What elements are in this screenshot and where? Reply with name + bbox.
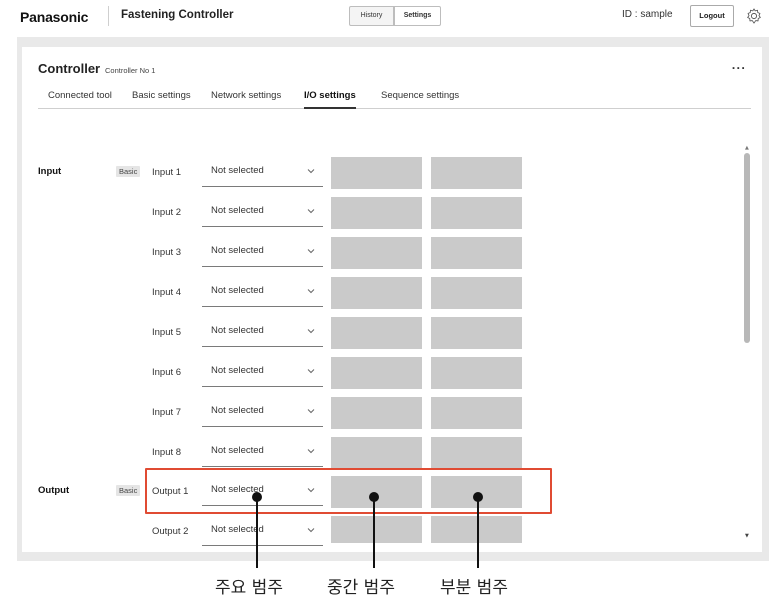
chevron-down-icon — [307, 329, 315, 334]
more-menu-button[interactable]: ... — [732, 61, 746, 72]
middle-category-cell[interactable] — [331, 237, 422, 269]
tab-network-settings[interactable]: Network settings — [211, 89, 281, 109]
logout-button[interactable]: Logout — [690, 5, 734, 27]
select-value: Not selected — [211, 245, 264, 256]
callout-label-sub-category: 부분 범주 — [440, 578, 508, 598]
callout-label-middle-category: 중간 범주 — [327, 578, 395, 598]
select-value: Not selected — [211, 285, 264, 296]
chevron-down-icon — [307, 249, 315, 254]
middle-category-cell[interactable] — [331, 157, 422, 189]
middle-category-cell[interactable] — [331, 197, 422, 229]
scroll-down-arrow-icon[interactable]: ▼ — [745, 533, 749, 539]
row-label: Input 3 — [152, 247, 182, 258]
row-label: Input 4 — [152, 287, 182, 298]
sub-category-cell[interactable] — [431, 277, 522, 309]
output-section-label: Output — [38, 485, 70, 496]
middle-category-cell[interactable] — [331, 516, 422, 543]
select-value: Not selected — [211, 165, 264, 176]
scroll-up-arrow-icon[interactable]: ▲ — [745, 145, 749, 151]
callout-line-sub — [477, 497, 479, 568]
sub-category-cell[interactable] — [431, 237, 522, 269]
chevron-down-icon — [307, 409, 315, 414]
io-select[interactable]: Not selected — [202, 317, 323, 347]
select-value: Not selected — [211, 325, 264, 336]
select-value: Not selected — [211, 205, 264, 216]
chevron-down-icon — [307, 169, 315, 174]
middle-category-cell[interactable] — [331, 317, 422, 349]
controller-subtitle: Controller No 1 — [105, 66, 156, 75]
io-select[interactable]: Not selected — [202, 357, 323, 387]
callout-label-main-category: 주요 범주 — [215, 578, 283, 598]
row-label: Input 2 — [152, 207, 182, 218]
sub-category-cell[interactable] — [431, 157, 522, 189]
row-label: Input 1 — [152, 167, 182, 178]
highlight-box — [145, 468, 552, 514]
scrollbar-thumb[interactable] — [744, 153, 750, 343]
tab-connected-tool[interactable]: Connected tool — [48, 89, 112, 109]
callout-line-main — [256, 497, 258, 568]
middle-category-cell[interactable] — [331, 437, 422, 469]
history-button[interactable]: History — [349, 6, 394, 26]
callout-line-middle — [373, 497, 375, 568]
io-select[interactable]: Not selected — [202, 516, 323, 546]
sub-category-cell[interactable] — [431, 437, 522, 469]
chevron-down-icon — [307, 289, 315, 294]
sub-category-cell[interactable] — [431, 317, 522, 349]
chevron-down-icon — [307, 449, 315, 454]
brand-logo: Panasonic — [20, 9, 89, 25]
app-title: Fastening Controller — [121, 9, 234, 21]
chevron-down-icon — [307, 209, 315, 214]
sub-category-cell[interactable] — [431, 357, 522, 389]
io-select[interactable]: Not selected — [202, 437, 323, 467]
row-label: Output 2 — [152, 526, 189, 537]
io-select[interactable]: Not selected — [202, 397, 323, 427]
input-section-label: Input — [38, 166, 62, 177]
row-label: Input 5 — [152, 327, 182, 338]
tab-io-settings[interactable]: I/O settings — [304, 89, 356, 109]
row-label: Input 6 — [152, 367, 182, 378]
io-select[interactable]: Not selected — [202, 197, 323, 227]
select-value: Not selected — [211, 405, 264, 416]
middle-category-cell[interactable] — [331, 357, 422, 389]
tab-basic-settings[interactable]: Basic settings — [132, 89, 191, 109]
io-select[interactable]: Not selected — [202, 157, 323, 187]
settings-button[interactable]: Settings — [394, 6, 441, 26]
io-select[interactable]: Not selected — [202, 277, 323, 307]
user-id: ID : sample — [622, 9, 673, 20]
sub-category-cell[interactable] — [431, 197, 522, 229]
middle-category-cell[interactable] — [331, 397, 422, 429]
output-basic-badge: Basic — [116, 485, 141, 496]
select-value: Not selected — [211, 365, 264, 376]
controller-title: Controller — [38, 61, 101, 76]
settings-tabs: Connected tool Basic settings Network se… — [38, 87, 751, 109]
io-select[interactable]: Not selected — [202, 237, 323, 267]
chevron-down-icon — [307, 369, 315, 374]
row-label: Input 8 — [152, 447, 182, 458]
middle-category-cell[interactable] — [331, 277, 422, 309]
row-label: Input 7 — [152, 407, 182, 418]
select-value: Not selected — [211, 445, 264, 456]
gear-icon[interactable] — [745, 7, 763, 25]
chevron-down-icon — [307, 528, 315, 533]
top-bar: Panasonic Fastening Controller History S… — [0, 0, 769, 36]
tab-sequence-settings[interactable]: Sequence settings — [381, 89, 459, 109]
input-basic-badge: Basic — [116, 166, 141, 177]
brand-divider — [108, 6, 109, 26]
sub-category-cell[interactable] — [431, 397, 522, 429]
